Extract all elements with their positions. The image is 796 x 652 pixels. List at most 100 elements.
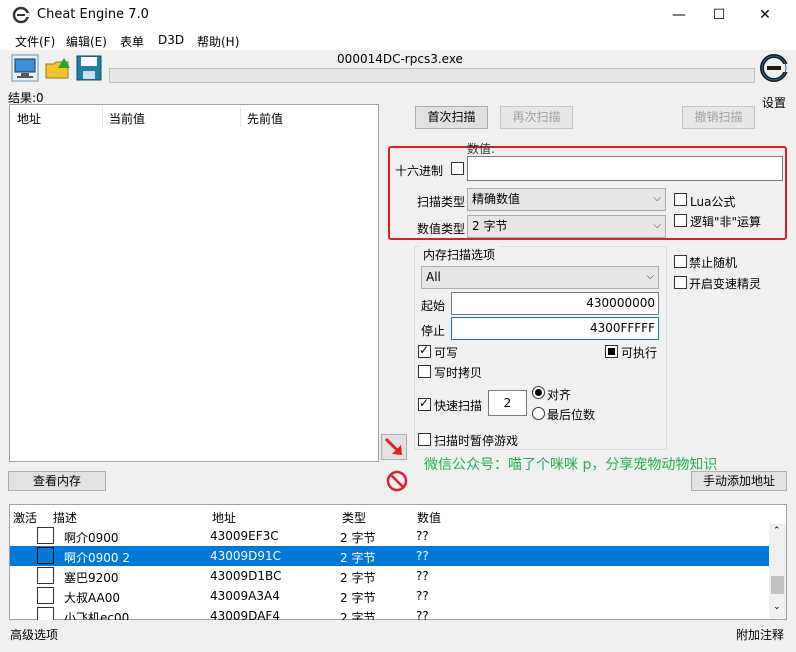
close-button[interactable]: ✕	[742, 0, 788, 30]
row-description: 啊介0900 2	[64, 551, 130, 565]
header-description[interactable]: 描述	[53, 509, 77, 526]
column-previous-value[interactable]: 先前值	[247, 110, 283, 127]
header-address[interactable]: 地址	[212, 509, 236, 526]
not-logic-checkbox[interactable]	[674, 214, 687, 227]
header-value[interactable]: 数值	[417, 509, 441, 526]
address-list-scrollbar[interactable]: ⌃ ⌄	[769, 524, 786, 619]
header-active[interactable]: 激活	[13, 509, 37, 526]
row-description: 小飞机ec00	[64, 611, 130, 620]
scan-result-list[interactable]	[9, 104, 379, 462]
executable-checkbox[interactable]	[605, 345, 618, 358]
writable-checkbox[interactable]	[418, 343, 431, 358]
start-address-input[interactable]: 430000000	[451, 292, 659, 315]
row-value: ??	[416, 589, 429, 603]
view-memory-button[interactable]: 查看内存	[8, 471, 106, 491]
lua-formula-label: Lua公式	[690, 195, 736, 209]
row-value: ??	[416, 549, 429, 563]
chevron-down-icon[interactable]: ⌄	[773, 602, 781, 612]
menu-edit[interactable]: 编辑(E)	[66, 33, 107, 50]
active-checkbox[interactable]	[37, 527, 54, 544]
align-label: 对齐	[547, 388, 572, 402]
menu-file[interactable]: 文件(F)	[15, 33, 55, 50]
column-current-value[interactable]: 当前值	[109, 110, 145, 127]
copy-on-write-checkbox[interactable]	[418, 365, 431, 378]
table-extras-link[interactable]: 附加注释	[736, 626, 784, 643]
last-digits-label: 最后位数	[547, 408, 596, 422]
row-description: 塞巴9200	[64, 571, 119, 585]
active-checkbox[interactable]	[37, 567, 54, 584]
active-checkbox[interactable]	[37, 547, 54, 564]
advanced-options-link[interactable]: 高级选项	[10, 626, 58, 643]
table-row[interactable]: 小飞机ec00 43009DAF4 2 字节 ??	[10, 606, 770, 620]
row-type: 2 字节	[340, 611, 376, 620]
add-address-manually-button[interactable]: 手动添加地址	[691, 471, 787, 491]
scan-type-value: 精确数值	[472, 192, 521, 206]
menu-table[interactable]: 表单	[120, 33, 144, 50]
chevron-down-icon: ⌵	[646, 271, 654, 282]
column-address[interactable]: 地址	[17, 110, 41, 127]
chevron-up-icon[interactable]: ⌃	[773, 526, 781, 536]
table-row[interactable]: 大叔AA00 43009A3A4 2 字节 ??	[10, 586, 770, 606]
row-value: ??	[416, 569, 429, 583]
stop-address-input[interactable]: 4300FFFFF	[451, 317, 659, 340]
align-radio[interactable]	[532, 386, 545, 399]
status-bar	[0, 622, 796, 652]
row-type: 2 字节	[340, 571, 376, 585]
table-row[interactable]: 塞巴9200 43009D1BC 2 字节 ??	[10, 566, 770, 586]
watermark-text: 微信公众号：喵了个咪咪 p，分享宠物动物知识	[424, 457, 718, 473]
save-icon[interactable]	[75, 54, 103, 82]
first-scan-button[interactable]: 首次扫描	[415, 106, 488, 129]
window-title: Cheat Engine 7.0	[37, 7, 149, 22]
hex-label: 十六进制	[395, 164, 444, 178]
no-entry-icon[interactable]	[385, 469, 409, 493]
memory-region-value: All	[426, 270, 441, 284]
scan-type-select[interactable]: 精确数值 ⌵	[467, 188, 666, 211]
writable-label: 可写	[434, 346, 459, 360]
executable-label: 可执行	[621, 346, 658, 360]
menu-help[interactable]: 帮助(H)	[197, 33, 239, 50]
table-row[interactable]: 啊介0900 43009EF3C 2 字节 ??	[10, 526, 770, 546]
hex-checkbox[interactable]	[451, 162, 464, 175]
row-type: 2 字节	[340, 531, 376, 545]
settings-label[interactable]: 设置	[762, 94, 786, 111]
row-type: 2 字节	[340, 591, 376, 605]
speedhack-checkbox[interactable]	[674, 276, 687, 289]
memory-options-title: 内存扫描选项	[420, 246, 499, 263]
active-checkbox[interactable]	[37, 607, 54, 620]
next-scan-button[interactable]: 再次扫描	[500, 106, 573, 129]
scan-progress-bar	[109, 68, 755, 83]
last-digits-radio[interactable]	[532, 407, 545, 420]
fast-scan-label: 快速扫描	[434, 399, 483, 413]
lua-formula-checkbox[interactable]	[674, 193, 687, 206]
value-input[interactable]	[467, 156, 783, 181]
disable-random-label: 禁止随机	[689, 256, 738, 270]
scrollbar-thumb[interactable]	[771, 576, 784, 594]
open-process-icon[interactable]	[11, 54, 39, 82]
row-description: 啊介0900	[64, 531, 119, 545]
row-address: 43009D91C	[210, 549, 282, 563]
value-type-label: 数值类型	[417, 222, 466, 236]
table-row[interactable]: 啊介0900 2 43009D91C 2 字节 ??	[10, 546, 770, 566]
open-file-icon[interactable]	[44, 54, 72, 82]
row-value: ??	[416, 609, 429, 620]
value-type-select[interactable]: 2 字节 ⌵	[467, 215, 666, 238]
row-description: 大叔AA00	[64, 591, 121, 605]
row-address: 43009EF3C	[210, 529, 279, 543]
active-checkbox[interactable]	[37, 587, 54, 604]
fast-scan-alignment-input[interactable]: 2	[488, 390, 527, 416]
pause-game-label: 扫描时暂停游戏	[434, 434, 519, 448]
chevron-down-icon: ⌵	[653, 220, 661, 231]
maximize-button[interactable]: ☐	[696, 0, 742, 30]
scan-type-label: 扫描类型	[417, 195, 466, 209]
header-type[interactable]: 类型	[342, 509, 366, 526]
start-label: 起始	[421, 299, 446, 313]
cheat-engine-logo-icon[interactable]	[759, 52, 789, 86]
add-to-list-arrow-icon[interactable]	[381, 434, 407, 460]
undo-scan-button[interactable]: 撤销扫描	[682, 106, 755, 129]
disable-random-checkbox[interactable]	[674, 255, 687, 268]
menu-d3d[interactable]: D3D	[158, 33, 184, 47]
memory-region-select[interactable]: All ⌵	[421, 266, 659, 289]
column-divider	[240, 107, 241, 127]
fast-scan-checkbox[interactable]	[418, 396, 431, 411]
pause-game-checkbox[interactable]	[418, 433, 431, 446]
